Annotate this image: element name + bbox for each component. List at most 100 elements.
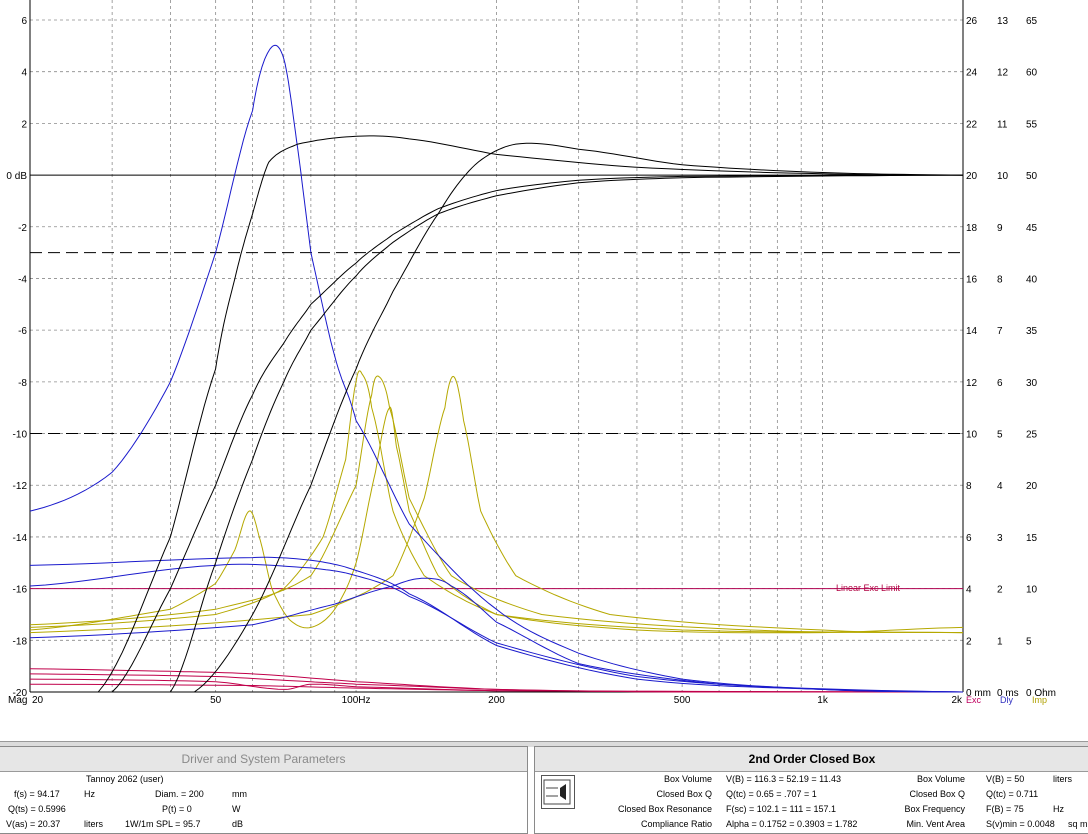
row-compliance-label: Compliance Ratio bbox=[640, 819, 712, 829]
vas-unit: liters bbox=[84, 819, 104, 829]
x-tick-label: 20 bbox=[32, 695, 44, 706]
right-tick-label: 40 bbox=[1026, 274, 1038, 285]
row-closed-box-q-value[interactable]: Q(tc) = 0.65 = .707 = 1 bbox=[726, 789, 817, 799]
x-tick-label: 500 bbox=[674, 695, 691, 706]
row-box-frequency-label: Box Frequency bbox=[904, 804, 965, 814]
left-tick-label: -4 bbox=[18, 274, 27, 285]
right-tick-label: 20 bbox=[1026, 481, 1038, 492]
row-closed-box-q-label: Closed Box Q bbox=[656, 789, 712, 799]
limit-annotation: Linear Exc Limit bbox=[836, 583, 901, 593]
driver-name: Tannoy 2062 (user) bbox=[86, 774, 164, 784]
driver-panel-title: Driver and System Parameters bbox=[0, 747, 527, 772]
right-tick-label: 24 bbox=[966, 68, 978, 79]
x-tick-label: 1k bbox=[817, 695, 829, 706]
left-tick-label: 0 dB bbox=[6, 171, 27, 182]
left-tick-label: -10 bbox=[13, 430, 28, 441]
left-tick-label: -18 bbox=[13, 636, 28, 647]
driver-parameters-panel: Driver and System Parameters Tannoy 2062… bbox=[0, 746, 528, 834]
right-tick-label: 5 bbox=[997, 430, 1003, 441]
right-tick-label: 6 bbox=[997, 378, 1003, 389]
x-tick-label: 100Hz bbox=[342, 695, 371, 706]
frequency-response-chart: 6420 dB-2-4-6-8-10-12-14-16-18-202624222… bbox=[6, 0, 1056, 706]
legend-imp: Imp bbox=[1032, 695, 1047, 705]
x-tick-label: 2k bbox=[951, 695, 963, 706]
left-tick-label: -16 bbox=[13, 585, 28, 596]
spl-value[interactable]: 1W/1m SPL = 95.7 bbox=[125, 819, 200, 829]
right-tick-label: 8 bbox=[966, 481, 972, 492]
row-box-volume-value2[interactable]: V(B) = 50 bbox=[986, 774, 1024, 784]
right-tick-label: 7 bbox=[997, 326, 1003, 337]
pt-value[interactable]: P(t) = 0 bbox=[162, 804, 192, 814]
right-tick-label: 13 bbox=[997, 16, 1009, 27]
right-tick-label: 4 bbox=[997, 481, 1003, 492]
left-tick-label: -2 bbox=[18, 223, 27, 234]
left-tick-label: -14 bbox=[13, 533, 28, 544]
right-tick-label: 20 bbox=[966, 171, 978, 182]
right-tick-label: 65 bbox=[1026, 16, 1038, 27]
row-compliance-value[interactable]: Alpha = 0.1752 = 0.3903 = 1.782 bbox=[726, 819, 857, 829]
fs-value[interactable]: f(s) = 94.17 bbox=[14, 789, 60, 799]
row-box-frequency-unit: Hz bbox=[1053, 804, 1064, 814]
qts-value[interactable]: Q(ts) = 0.5996 bbox=[8, 804, 66, 814]
right-tick-label: 5 bbox=[1026, 636, 1032, 647]
left-tick-label: -12 bbox=[13, 481, 28, 492]
box-panel-title: 2nd Order Closed Box bbox=[535, 747, 1088, 772]
right-tick-label: 10 bbox=[966, 430, 978, 441]
right-tick-label: 4 bbox=[966, 585, 972, 596]
right-tick-label: 15 bbox=[1026, 533, 1038, 544]
y-axis-label: Mag bbox=[8, 695, 27, 706]
row-closed-box-q-label2: Closed Box Q bbox=[909, 789, 965, 799]
right-tick-label: 8 bbox=[997, 274, 1003, 285]
row-vent-area-value[interactable]: S(v)min = 0.0048 bbox=[986, 819, 1055, 829]
speaker-box-icon bbox=[541, 775, 575, 809]
right-tick-label: 26 bbox=[966, 16, 978, 27]
right-tick-label: 45 bbox=[1026, 223, 1038, 234]
closed-box-panel: 2nd Order Closed Box Box Volume V(B) = 1… bbox=[534, 746, 1088, 834]
fs-unit: Hz bbox=[84, 789, 95, 799]
row-box-volume-label: Box Volume bbox=[663, 774, 712, 784]
row-vent-area-label: Min. Vent Area bbox=[906, 819, 965, 829]
right-tick-label: 25 bbox=[1026, 430, 1038, 441]
right-tick-label: 1 bbox=[997, 636, 1003, 647]
left-tick-label: -8 bbox=[18, 378, 27, 389]
row-closed-box-q-value2[interactable]: Q(tc) = 0.711 bbox=[986, 789, 1038, 799]
right-tick-label: 55 bbox=[1026, 119, 1038, 130]
x-tick-label: 200 bbox=[488, 695, 505, 706]
right-tick-label: 11 bbox=[997, 119, 1008, 130]
right-tick-label: 30 bbox=[1026, 378, 1038, 389]
right-tick-label: 12 bbox=[997, 68, 1009, 79]
row-vent-area-unit: sq m bbox=[1068, 819, 1088, 829]
x-tick-label: 50 bbox=[210, 695, 222, 706]
row-resonance-value[interactable]: F(sc) = 102.1 = 111 = 157.1 bbox=[726, 804, 836, 814]
row-box-volume-value[interactable]: V(B) = 116.3 = 52.19 = 11.43 bbox=[726, 774, 841, 784]
right-tick-label: 18 bbox=[966, 223, 978, 234]
right-tick-label: 2 bbox=[997, 585, 1003, 596]
right-tick-label: 14 bbox=[966, 326, 978, 337]
left-tick-label: 6 bbox=[21, 16, 27, 27]
right-tick-label: 3 bbox=[997, 533, 1003, 544]
vas-value[interactable]: V(as) = 20.37 bbox=[6, 819, 60, 829]
left-tick-label: 4 bbox=[21, 68, 27, 79]
diam-value[interactable]: Diam. = 200 bbox=[155, 789, 204, 799]
left-tick-label: -6 bbox=[18, 326, 27, 337]
row-resonance-label: Closed Box Resonance bbox=[617, 804, 712, 814]
spl-unit: dB bbox=[232, 819, 244, 829]
row-box-volume-unit2: liters bbox=[1053, 774, 1073, 784]
right-tick-label: 9 bbox=[997, 223, 1003, 234]
right-tick-label: 22 bbox=[966, 119, 978, 130]
left-tick-label: 2 bbox=[21, 119, 27, 130]
right-tick-label: 2 bbox=[966, 636, 972, 647]
right-tick-label: 12 bbox=[966, 378, 978, 389]
legend-exc: Exc bbox=[966, 695, 982, 705]
right-tick-label: 60 bbox=[1026, 68, 1038, 79]
right-tick-label: 6 bbox=[966, 533, 972, 544]
row-box-frequency-value[interactable]: F(B) = 75 bbox=[986, 804, 1024, 814]
right-tick-label: 10 bbox=[997, 171, 1009, 182]
right-tick-label: 16 bbox=[966, 274, 978, 285]
row-box-volume-label2: Box Volume bbox=[916, 774, 965, 784]
pt-unit: W bbox=[232, 804, 241, 814]
legend-dly: Dly bbox=[1000, 695, 1013, 705]
right-tick-label: 50 bbox=[1026, 171, 1038, 182]
right-tick-label: 10 bbox=[1026, 585, 1038, 596]
right-tick-label: 35 bbox=[1026, 326, 1038, 337]
